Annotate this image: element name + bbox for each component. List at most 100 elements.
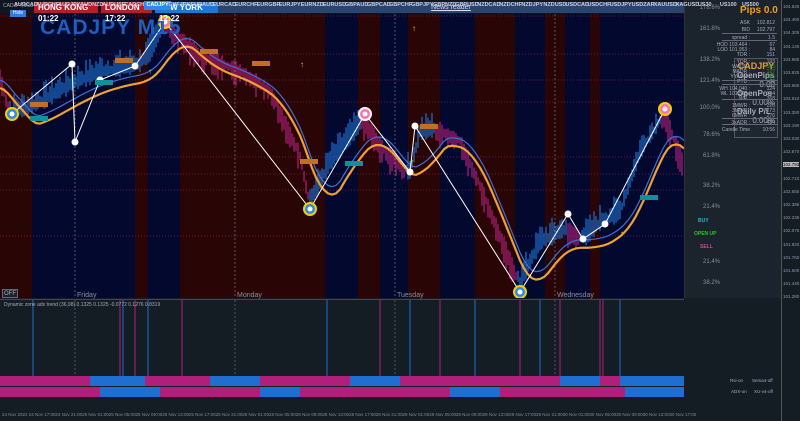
date-tick: 28 Nov 17:00: [349, 412, 376, 417]
hide-button[interactable]: Hide: [10, 10, 26, 17]
buy-signal[interactable]: BUY: [698, 218, 709, 224]
day-label: Monday: [237, 292, 262, 299]
date-tick: 29 Nov 01:00: [402, 412, 430, 417]
price-tick: 103.665: [783, 83, 800, 89]
fib-level: 161.8%: [699, 26, 720, 32]
divider: [722, 99, 777, 100]
price-tick: 103.825: [783, 70, 800, 75]
symbol-us100[interactable]: US100: [718, 1, 739, 10]
arrow-icon: ↑: [412, 24, 416, 33]
price-tick: 104.305: [783, 30, 800, 36]
trend-segment: [560, 376, 600, 386]
price-tick: 104.145: [783, 43, 800, 49]
price-tick: 102.555: [783, 188, 800, 194]
xu-v4-off-label: XU-v4-off: [754, 389, 773, 394]
price-tick: 101.920: [783, 241, 800, 247]
date-tick: 29 Nov 13:00: [482, 412, 510, 417]
session-band: [440, 14, 475, 298]
price-tick: 104.625: [783, 4, 800, 9]
symbol-us500[interactable]: US500: [740, 1, 761, 10]
date-tick: 25 Nov 05:00: [108, 412, 136, 417]
swing-high-marker-center: [662, 106, 668, 112]
symbol-bar: [0, 399, 781, 410]
price-tick: 103.190: [783, 122, 800, 128]
date-tick: 28 Nov 13:00: [322, 412, 350, 417]
date-tick: 30 Nov 17:00: [669, 412, 697, 417]
day-label: Wednesday: [557, 292, 594, 299]
price-tick: 102.710: [783, 175, 800, 181]
trend-segment: [625, 387, 684, 397]
session-band: [475, 14, 515, 298]
price-axis[interactable]: [781, 0, 800, 421]
price-tick: 103.350: [783, 109, 800, 115]
trend-segment: [500, 387, 600, 397]
sema4-off-label: Sema4-off: [752, 378, 773, 383]
indicator-pane: Dynamic zone adx trend (36,98) 0.1325 0.…: [0, 299, 684, 376]
date-tick: 25 Nov 13:00: [162, 412, 189, 417]
trend-segment: [260, 376, 350, 386]
stat-label: 3xADR :: [731, 120, 750, 126]
price-label-tag: [95, 80, 113, 85]
date-tick: 30 Nov 09:00: [616, 412, 643, 417]
arrow-icon: ↑: [148, 67, 152, 76]
trend-segment: [450, 387, 500, 397]
trend-segment: [100, 387, 160, 397]
session-band: [590, 14, 600, 298]
trend-segment: [0, 387, 100, 397]
price-tick: 102.870: [783, 149, 800, 155]
price-tick: 102.235: [783, 215, 800, 221]
open-up-signal[interactable]: OPEN UP: [694, 231, 717, 237]
fib-level: 138.2%: [699, 57, 720, 63]
trend-segment: [400, 376, 560, 386]
price-tick: 101.280: [783, 294, 800, 300]
price-label-tag: [200, 49, 218, 54]
price-tick: 103.985: [783, 56, 800, 62]
price-tick: 102.395: [783, 202, 800, 207]
trend-segment: [160, 387, 260, 397]
indicator-label: Dynamic zone adx trend (36,98) 0.1325 0.…: [4, 302, 161, 308]
date-tick: 30 Nov 01:00: [562, 412, 590, 417]
fib-level: 100.0%: [699, 105, 720, 111]
zigzag-point: [411, 122, 419, 130]
divider: [722, 33, 777, 34]
trend-segment: [350, 376, 400, 386]
trend-segment: [600, 376, 620, 386]
stat-label: TDR :: [736, 52, 750, 58]
date-tick: 29 Nov 21:00: [536, 412, 563, 417]
zigzag-point: [71, 138, 79, 146]
trend-segment: [210, 376, 260, 386]
date-tick: 30 Nov 13:00: [642, 412, 670, 417]
date-tick: 30 Nov 05:00: [589, 412, 617, 417]
session-band: [408, 14, 440, 298]
stat-value: 151: [766, 52, 775, 58]
rsi-on-label: Rsi-on: [730, 378, 744, 383]
divider: [722, 84, 777, 85]
date-tick: 25 Nov 17:00: [188, 412, 216, 417]
fib-level: 78.6%: [702, 132, 720, 138]
trend-segment: [300, 387, 450, 397]
arrow-icon: ↑: [410, 157, 414, 166]
date-tick: 28 Nov 05:00: [269, 412, 296, 417]
stat-label: Candle Time: [721, 127, 750, 133]
price-label-tag: [115, 58, 133, 63]
price-chart[interactable]: ↑ ↑ ↑ ↑ ↑: [0, 14, 684, 298]
divider: [722, 118, 777, 119]
arrow-icon: ↑: [620, 229, 624, 238]
trend-segment: [0, 376, 90, 386]
trend-segment: [90, 376, 145, 386]
sell-signal[interactable]: SELL: [700, 244, 713, 250]
price-tick: 101.760: [783, 254, 800, 260]
price-label-tag: [252, 61, 270, 66]
zigzag-point: [601, 220, 609, 228]
price-label-tag: [30, 116, 48, 121]
price-tick: 102.075: [783, 228, 800, 234]
day-label: Tuesday: [397, 292, 424, 299]
price-label-tag: [30, 102, 48, 107]
trend-segment: [260, 387, 300, 397]
off-button[interactable]: OFF: [2, 289, 18, 298]
symbol-us30[interactable]: US30: [696, 1, 714, 10]
session-band: [0, 14, 32, 298]
stat-value: 10:56: [762, 127, 775, 133]
adx-on-label: ADX-on: [731, 389, 747, 394]
arrow-icon: ↑: [300, 60, 304, 69]
